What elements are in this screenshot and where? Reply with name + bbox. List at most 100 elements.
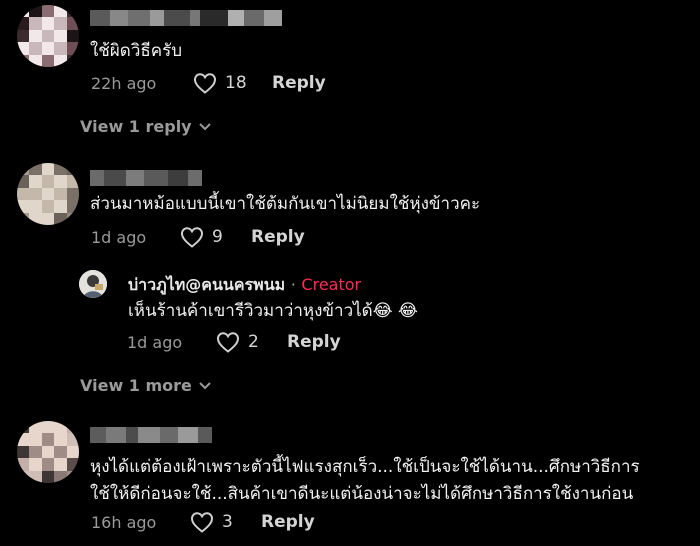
heart-outline-icon xyxy=(216,332,240,353)
avatar-pixel xyxy=(54,175,67,188)
avatar-pixel xyxy=(66,212,79,225)
avatar-pixel xyxy=(17,54,30,67)
avatar-pixel xyxy=(17,470,30,483)
avatar-pixel xyxy=(41,42,55,55)
avatar-pixel xyxy=(66,54,79,67)
avatar-pixel xyxy=(54,17,67,30)
avatar-pixel xyxy=(29,42,42,55)
avatar-pixel xyxy=(17,458,30,471)
avatar-pixel xyxy=(54,42,67,55)
comment-timestamp: 1d ago xyxy=(91,228,147,247)
avatar-pixel xyxy=(54,163,67,176)
avatar-pixel xyxy=(41,29,55,43)
view-more-replies-button[interactable]: View 1 more xyxy=(80,376,212,395)
avatar-pixel xyxy=(66,445,79,459)
comment-text-line-2: ใช้ให้ดีก่อนจะใช้...สินค้าเขาดีนะแต่น้อง… xyxy=(90,484,634,504)
like-button[interactable]: 3 xyxy=(190,511,233,533)
avatar-pixel xyxy=(17,5,30,18)
like-count: 9 xyxy=(212,227,223,247)
avatar-pixel xyxy=(66,470,79,483)
avatar-pixel xyxy=(29,433,42,446)
avatar-pixel xyxy=(54,29,67,43)
creator-avatar-image xyxy=(79,270,107,298)
avatar-pixel xyxy=(54,212,67,225)
avatar-pixel xyxy=(66,175,79,188)
avatar-pixel xyxy=(29,200,42,213)
avatar-pixel xyxy=(66,433,79,446)
avatar-pixel xyxy=(54,187,67,201)
username[interactable] xyxy=(90,170,202,186)
avatar-pixel xyxy=(17,212,30,225)
view-more-label: View 1 more xyxy=(80,376,192,395)
avatar-pixel xyxy=(66,458,79,471)
like-button[interactable]: 9 xyxy=(180,226,223,248)
avatar-pixel xyxy=(41,433,55,446)
avatar[interactable] xyxy=(17,5,79,67)
avatar[interactable] xyxy=(17,421,79,483)
avatar-pixel xyxy=(17,187,30,201)
chevron-down-icon xyxy=(198,122,211,130)
avatar-pixel xyxy=(29,421,42,434)
comment-timestamp: 22h ago xyxy=(91,74,157,93)
avatar-pixel xyxy=(29,458,42,471)
avatar-pixel xyxy=(41,212,55,225)
avatar-pixel xyxy=(66,200,79,213)
avatar-pixel xyxy=(17,29,30,43)
avatar-pixel xyxy=(41,458,55,471)
avatar-pixel xyxy=(29,29,42,43)
creator-avatar[interactable] xyxy=(79,270,107,298)
reply-timestamp: 1d ago xyxy=(127,333,183,352)
avatar-pixel xyxy=(17,421,30,434)
avatar-pixel xyxy=(66,187,79,201)
username[interactable] xyxy=(90,427,212,443)
avatar-pixel xyxy=(66,17,79,30)
creator-author: บ่าวภูไท@คนนครพนม xyxy=(128,275,286,294)
avatar-pixel xyxy=(41,163,55,176)
avatar-pixel xyxy=(54,200,67,213)
like-count: 18 xyxy=(225,73,247,93)
avatar-pixel xyxy=(17,17,30,30)
view-replies-button[interactable]: View 1 reply xyxy=(80,117,212,136)
avatar-pixel xyxy=(54,445,67,459)
like-button[interactable]: 2 xyxy=(216,331,259,353)
avatar-pixel xyxy=(41,445,55,459)
comment-text: ส่วนมาหม้อแบบนี้เขาใช้ต้มกันเขาไม่นิยมใช… xyxy=(90,194,481,214)
avatar-pixel xyxy=(29,445,42,459)
avatar-pixel xyxy=(54,5,67,18)
avatar-pixel xyxy=(29,187,42,201)
avatar-pixel xyxy=(29,5,42,18)
avatar-pixel xyxy=(54,470,67,483)
avatar-pixel xyxy=(66,29,79,43)
avatar-pixel xyxy=(54,54,67,67)
avatar-pixel xyxy=(54,433,67,446)
avatar-pixel xyxy=(66,42,79,55)
reply-button[interactable]: Reply xyxy=(251,227,305,247)
separator: · xyxy=(290,275,296,294)
chevron-down-icon xyxy=(199,381,211,389)
heart-outline-icon xyxy=(190,512,214,533)
avatar-pixel xyxy=(29,54,42,67)
avatar-pixel xyxy=(54,458,67,471)
avatar-pixel xyxy=(41,200,55,213)
avatar[interactable] xyxy=(17,163,79,225)
creator-username[interactable]: บ่าวภูไท@คนนครพนม · Creator xyxy=(128,273,361,298)
avatar-pixel xyxy=(29,175,42,188)
like-button[interactable]: 18 xyxy=(193,72,247,94)
reply-button[interactable]: Reply xyxy=(272,73,326,93)
avatar-pixel xyxy=(17,200,30,213)
reply-button[interactable]: Reply xyxy=(287,332,341,352)
avatar-pixel xyxy=(17,175,30,188)
avatar-pixel xyxy=(29,470,42,483)
heart-outline-icon xyxy=(180,227,204,248)
avatar-pixel xyxy=(41,175,55,188)
avatar-pixel xyxy=(29,212,42,225)
creator-badge: Creator xyxy=(301,275,362,294)
avatar-pixel xyxy=(41,470,55,483)
avatar-pixel xyxy=(54,421,67,434)
reply-button[interactable]: Reply xyxy=(261,512,315,532)
like-count: 2 xyxy=(248,332,259,352)
avatar-pixel xyxy=(17,445,30,459)
username[interactable] xyxy=(90,10,282,26)
avatar-pixel xyxy=(41,421,55,434)
avatar-pixel xyxy=(29,17,42,30)
